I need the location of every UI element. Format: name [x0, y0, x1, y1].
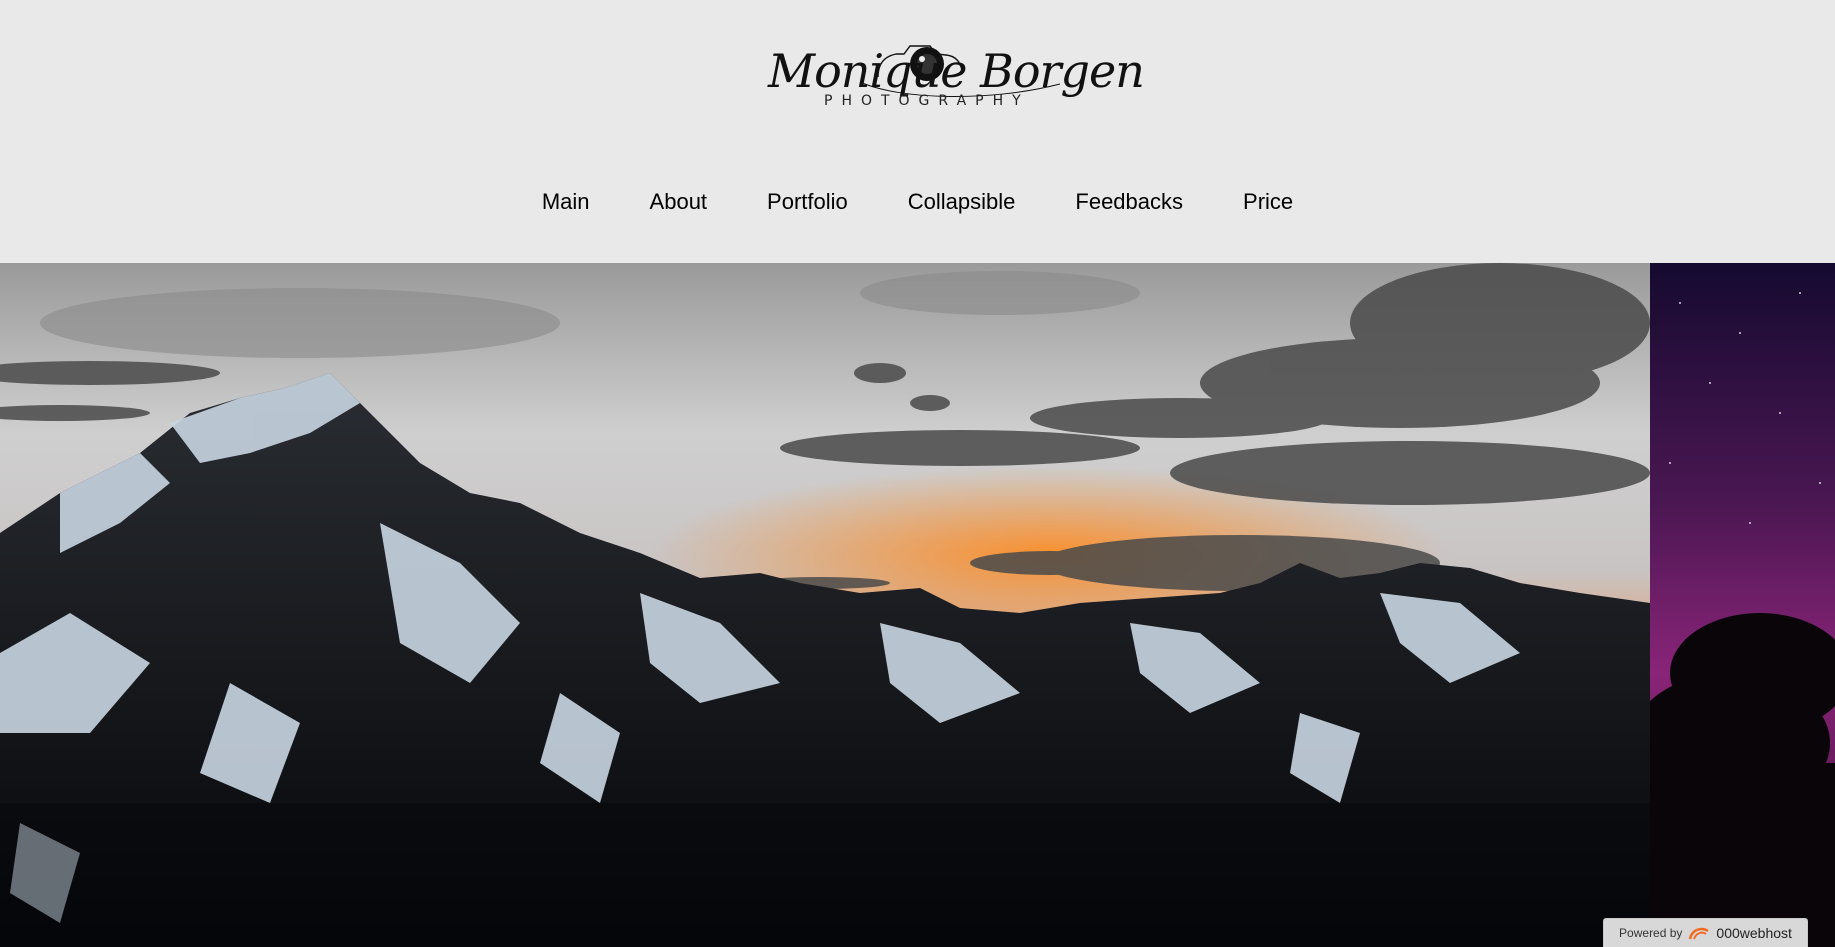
hero-slide-night: [1650, 263, 1835, 947]
mountain-sunset-image: [0, 263, 1650, 947]
webhost-logo-icon: [1689, 927, 1710, 940]
nav-portfolio[interactable]: Portfolio: [767, 182, 848, 222]
nav-about[interactable]: About: [650, 182, 708, 222]
badge-prefix: Powered by: [1619, 926, 1683, 940]
hero-slide-mountain: [0, 263, 1650, 947]
main-nav: Main About Portfolio Collapsible Feedbac…: [0, 180, 1835, 224]
logo-name: Monique Borgen: [768, 44, 1145, 98]
nav-feedbacks[interactable]: Feedbacks: [1075, 182, 1183, 222]
logo-tagline: PHOTOGRAPHY: [824, 93, 1030, 109]
site-header: Monique Borgen PHOTOGRAPHY Main About Po…: [0, 0, 1835, 263]
night-sky-image: [1650, 263, 1835, 947]
nav-price[interactable]: Price: [1243, 182, 1293, 222]
powered-by-badge[interactable]: Powered by 000webhost: [1603, 918, 1808, 947]
nav-collapsible[interactable]: Collapsible: [908, 182, 1016, 222]
nav-main[interactable]: Main: [542, 182, 590, 222]
badge-brand: 000webhost: [1716, 925, 1792, 941]
site-logo[interactable]: Monique Borgen PHOTOGRAPHY: [760, 22, 1145, 117]
